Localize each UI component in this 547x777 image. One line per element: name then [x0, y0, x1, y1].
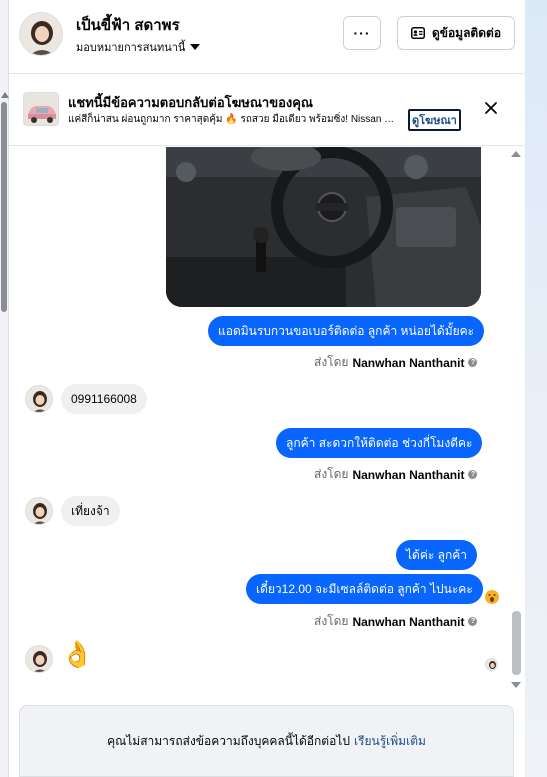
contact-name[interactable]: เป็นขี้ฟ้า สดาพร [76, 13, 180, 37]
info-icon[interactable]: ? [468, 358, 478, 367]
seen-indicator-avatar [485, 658, 498, 671]
conversation-panel: เป็นขี้ฟ้า สดาพร มอบหมายการสนทนานี้ ··· … [9, 0, 525, 777]
ad-banner-text: แค่สีก็น่าสน ผ่อนถูกมาก ราคาสุดคุ้ม 🔥 รถ… [68, 114, 398, 125]
sent-by-prefix: ส่งโดย [314, 355, 349, 369]
close-icon[interactable] [481, 98, 501, 118]
chat-scroll-up-icon[interactable] [511, 151, 521, 157]
view-contact-label: ดูข้อมูลติดต่อ [431, 25, 502, 40]
message-list[interactable]: แอดมินรบกวนขอเบอร์ติดต่อ ลูกค้า หน่อยได้… [9, 147, 525, 695]
contact-avatar-small[interactable] [25, 645, 53, 673]
contact-avatar-small[interactable] [25, 497, 53, 525]
incoming-message[interactable]: 0991166008 [61, 384, 147, 414]
learn-more-link[interactable]: เรียนรู้เพิ่มเติม [354, 732, 426, 751]
scrollbar-thumb[interactable] [1, 102, 7, 312]
info-icon[interactable]: ? [468, 617, 478, 626]
contact-card-icon [410, 27, 425, 39]
contact-avatar-small[interactable] [25, 385, 53, 413]
conversation-header: เป็นขี้ฟ้า สดาพร มอบหมายการสนทนานี้ ··· … [9, 0, 525, 74]
assign-conversation-label: มอบหมายการสนทนานี้ [76, 42, 186, 54]
sent-by-label: ส่งโดย Nanwhan Nanthanit ? [314, 612, 478, 631]
chat-scroll-down-icon[interactable] [511, 682, 521, 688]
caret-down-icon [190, 44, 201, 50]
sender-name: Nanwhan Nanthanit [352, 467, 465, 482]
outgoing-message[interactable]: เดี๋ยว12.00 จะมีเซลล์ติดต่อ ลูกค้า ไปนะค… [246, 574, 483, 604]
sent-by-prefix: ส่งโดย [314, 614, 349, 628]
view-contact-button[interactable]: ดูข้อมูลติดต่อ [397, 16, 515, 50]
outgoing-message[interactable]: ได้ค่ะ ลูกค้า [396, 540, 478, 570]
assign-conversation-dropdown[interactable]: มอบหมายการสนทนานี้ [76, 38, 201, 56]
sent-by-label: ส่งโดย Nanwhan Nanthanit ? [314, 465, 478, 484]
info-icon[interactable]: ? [468, 470, 478, 479]
contact-avatar[interactable] [19, 12, 63, 56]
car-interior-photo[interactable] [166, 147, 481, 307]
ad-banner-title: แชทนี้มีข้อความตอบกลับต่อโฆษณาของคุณ [68, 95, 313, 110]
scroll-up-icon[interactable] [1, 92, 9, 98]
view-ad-link[interactable]: ดูโฆษณา [408, 109, 461, 131]
cannot-message-notice: คุณไม่สามารถส่งข้อความถึงบุคคลนี้ได้อีกต… [19, 705, 514, 777]
right-background-strip [525, 0, 547, 777]
sender-name: Nanwhan Nanthanit [352, 355, 465, 370]
ad-thumbnail[interactable] [23, 92, 59, 126]
ok-hand-emoji-message[interactable]: 👌 [61, 639, 93, 669]
sent-by-label: ส่งโดย Nanwhan Nanthanit ? [314, 353, 478, 372]
outgoing-message[interactable]: ลูกค้า สะดวกให้ติดต่อ ช่วงกี่โมงดีคะ [276, 428, 483, 458]
chat-scrollbar-thumb[interactable] [512, 611, 521, 675]
more-options-button[interactable]: ··· [343, 16, 381, 50]
incoming-message[interactable]: เที่ยงจ้า [61, 496, 120, 526]
outgoing-message[interactable]: แอดมินรบกวนขอเบอร์ติดต่อ ลูกค้า หน่อยได้… [208, 316, 485, 346]
left-scrollbar[interactable] [0, 0, 9, 777]
cannot-message-text: คุณไม่สามารถส่งข้อความถึงบุคคลนี้ได้อีกต… [107, 733, 350, 748]
wow-reaction-icon[interactable] [485, 590, 499, 604]
sent-by-prefix: ส่งโดย [314, 467, 349, 481]
sender-name: Nanwhan Nanthanit [352, 614, 465, 629]
ad-reply-banner: แชทนี้มีข้อความตอบกลับต่อโฆษณาของคุณ แค่… [9, 75, 525, 146]
